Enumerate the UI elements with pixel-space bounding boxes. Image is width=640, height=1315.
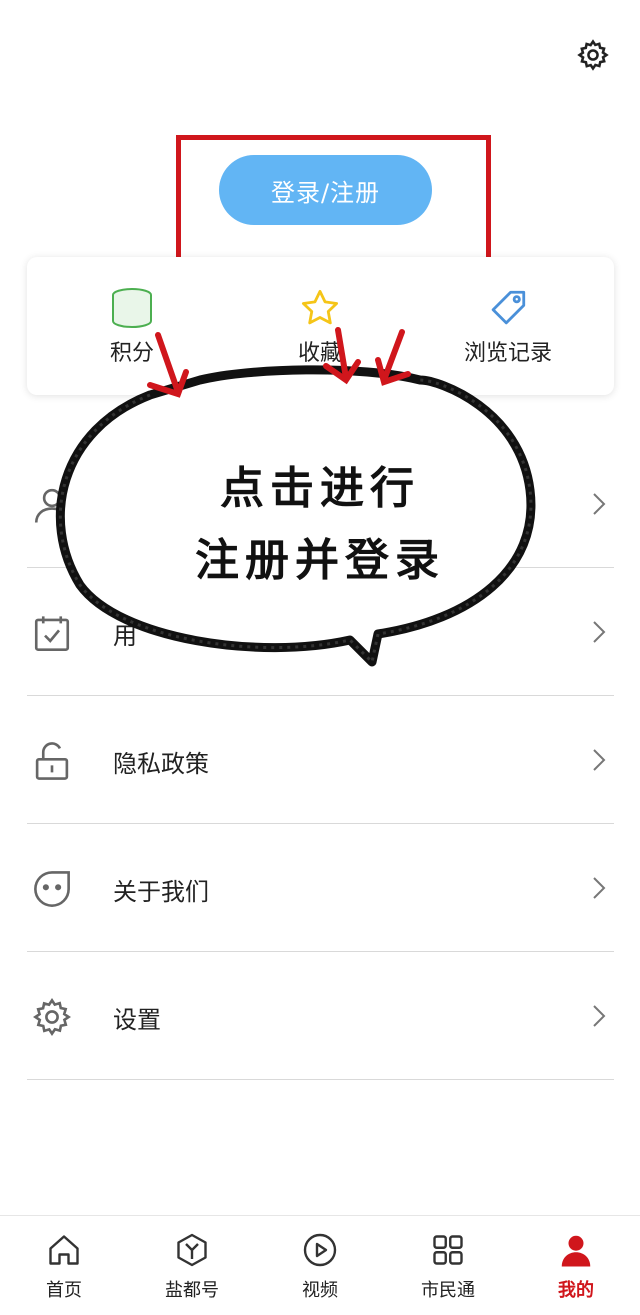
nav-video[interactable]: 视频 [256,1216,384,1315]
face-icon [34,871,70,907]
menu-row-label: 隐私政策 [113,750,209,778]
nav-label: 视频 [302,1280,338,1301]
quick-item-favorites[interactable]: 收藏 [250,287,390,377]
nav-label: 盐都号 [165,1280,219,1301]
quick-actions-card: 积分 收藏 浏览记录 [27,257,614,395]
annotation-line-1: 点击进行 [220,463,420,514]
gear-icon[interactable] [576,38,610,72]
coins-icon [112,288,152,329]
menu-row-settings[interactable]: 设置 [27,952,614,1080]
person-icon [561,1235,591,1267]
nav-yandu[interactable]: 盐都号 [128,1216,256,1315]
unlock-icon [35,742,69,780]
chevron-right-icon [593,493,606,515]
quick-item-label: 浏览记录 [463,341,552,366]
quick-item-points[interactable]: 积分 [62,287,202,377]
nav-home[interactable]: 首页 [0,1216,128,1315]
star-icon [301,289,339,325]
chevron-right-icon [593,749,606,771]
menu-row-about[interactable]: 关于我们 [27,824,614,952]
play-icon [303,1233,337,1267]
nav-citizen[interactable]: 市民通 [384,1216,512,1315]
nav-label: 我的 [558,1280,594,1301]
nav-mine[interactable]: 我的 [512,1216,640,1315]
nav-label: 市民通 [421,1280,475,1301]
annotation-line-2: 注册并登录 [195,535,445,586]
calendar-check-icon [34,616,70,651]
quick-item-history[interactable]: 浏览记录 [438,287,578,377]
menu-row-label: 关于我们 [113,878,209,906]
menu-row-label: 设置 [113,1006,161,1034]
gear-icon [33,998,71,1036]
menu-row-privacy[interactable]: 隐私政策 [27,696,614,824]
grid-icon [433,1235,463,1265]
user-icon [34,488,70,523]
nav-label: 首页 [46,1280,82,1301]
quick-item-label: 积分 [109,341,154,366]
menu-row-label: 用 [113,622,137,650]
tag-icon [491,290,526,325]
chevron-right-icon [593,1005,606,1027]
home-icon [49,1235,79,1265]
cube-icon [177,1233,207,1267]
quick-item-label: 收藏 [297,341,342,366]
login-register-button[interactable]: 登录/注册 [219,155,432,225]
chevron-right-icon [593,877,606,899]
bottom-navigation: 首页 盐都号 视频 市民通 我的 [0,1215,640,1315]
chevron-right-icon [593,621,606,643]
